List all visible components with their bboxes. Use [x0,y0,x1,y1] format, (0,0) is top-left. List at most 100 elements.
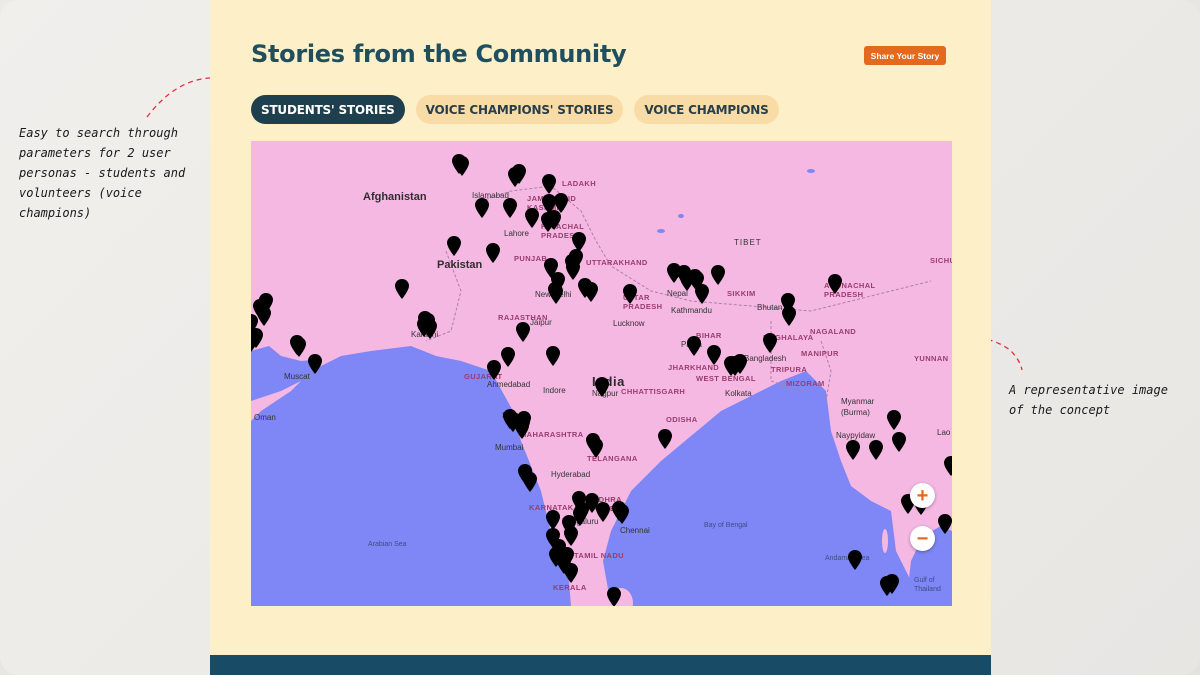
map-pin-icon[interactable] [615,504,629,524]
tab-students-stories[interactable]: STUDENTS' STORIES [251,95,405,124]
canvas: Easy to search through parameters for 2 … [0,0,1200,675]
map-pin-icon[interactable] [517,411,531,431]
map-pin-icon[interactable] [658,429,672,449]
map-pin-icon[interactable] [848,550,862,570]
label-oman: Oman [254,413,276,422]
zoom-in-button[interactable]: + [910,483,935,508]
label-rajasthan: RAJASTHAN [498,313,548,322]
zoom-out-button[interactable]: − [910,526,935,551]
label-ladakh: LADAKH [562,179,597,188]
label-sikkim: SIKKIM [727,289,756,298]
map-pin-icon[interactable] [707,345,721,365]
map-pin-icon[interactable] [596,502,610,522]
map-pin-icon[interactable] [516,322,530,342]
map-pin-icon[interactable] [938,514,952,534]
annotation-left: Easy to search through parameters for 2 … [19,126,186,220]
map-pin-icon[interactable] [257,306,271,326]
label-kerala: KERALA [553,583,587,592]
label-hyderabad: Hyderabad [551,470,591,479]
label-mumbai: Mumbai [495,443,524,452]
map-pin-icon[interactable] [944,456,952,476]
map-pin-icon[interactable] [569,249,583,269]
map-pin-icon[interactable] [547,210,561,230]
map-pin-icon[interactable] [486,243,500,263]
map-pin-icon[interactable] [782,306,796,326]
label-manipur: MANIPUR [801,349,839,358]
stories-map[interactable]: Afghanistan Pakistan India Nepal Bhutan … [251,141,952,606]
label-odisha: ODISHA [666,415,698,424]
map-pin-icon[interactable] [763,333,777,353]
map-pin-icon[interactable] [447,236,461,256]
map-pin-icon[interactable] [589,438,603,458]
map-pin-icon[interactable] [501,347,515,367]
label-myanmar: Myanmar (Burma) [841,397,875,417]
label-punjab: PUNJAB [514,254,548,263]
map-pin-icon[interactable] [525,208,539,228]
label-indore: Indore [543,386,566,395]
label-bhutan: Bhutan [757,303,783,312]
map-pin-icon[interactable] [546,510,560,530]
map-pin-icon[interactable] [846,440,860,460]
label-tibet: TIBET [734,238,762,247]
map-pin-icon[interactable] [595,377,609,397]
map-pin-icon[interactable] [292,337,306,357]
label-mizoram: MIZORAM [786,379,825,388]
label-kolkata: Kolkata [725,389,752,398]
map-pin-icon[interactable] [487,360,501,380]
tab-voice-champions[interactable]: VOICE CHAMPIONS [634,95,779,124]
label-yunnan: YUNNAN [914,354,949,363]
map-pin-icon[interactable] [828,274,842,294]
label-gulf-thailand: Gulf of Thailand [914,577,941,593]
label-tamil-nadu: TAMIL NADU [574,551,624,560]
map-pin-icon[interactable] [503,198,517,218]
map-pin-icon[interactable] [549,284,563,304]
label-bangladesh: Bangladesh [744,354,787,363]
map-pin-icon[interactable] [733,354,747,374]
map-pin-icon[interactable] [607,587,621,606]
map-pin-icon[interactable] [564,526,578,546]
map-pin-icon[interactable] [695,284,709,304]
map-pin-icon[interactable] [308,354,322,374]
map-pin-icon[interactable] [887,410,901,430]
footer-bar [210,655,991,675]
label-afghanistan: Afghanistan [363,191,427,203]
tab-voice-champions-stories[interactable]: VOICE CHAMPIONS' STORIES [415,95,624,124]
label-arabian-sea: Arabian Sea [368,541,407,548]
map-pin-icon[interactable] [523,472,537,492]
label-bay-of-bengal: Bay of Bengal [704,522,748,529]
map-pin-icon[interactable] [417,317,431,337]
map-pin-icon[interactable] [251,328,263,348]
label-sichuan: SICHU [930,256,952,265]
map-pin-icon[interactable] [869,440,883,460]
map-pin-icon[interactable] [711,265,725,285]
label-pakistan: Pakistan [437,259,483,271]
map-pin-icon[interactable] [455,156,469,176]
label-naypyidaw: Naypyidaw [836,431,876,440]
stories-page: Stories from the Community Share Your St… [210,0,991,675]
label-lahore: Lahore [504,229,529,238]
label-nagaland: NAGALAND [810,327,857,336]
label-uttarakhand: UTTARAKHAND [586,258,648,267]
map-pin-icon[interactable] [475,198,489,218]
page-title: Stories from the Community [251,40,627,68]
map-pin-icon[interactable] [584,282,598,302]
map-pin-icon[interactable] [892,432,906,452]
map-pin-icon[interactable] [687,336,701,356]
story-tabs: STUDENTS' STORIES VOICE CHAMPIONS' STORI… [251,95,779,124]
map-pin-icon[interactable] [395,279,409,299]
label-tripura: TRIPURA [771,365,808,374]
map-pin-icon[interactable] [564,563,578,583]
map-pin-icon[interactable] [546,346,560,366]
map-pin-icon[interactable] [623,284,637,304]
label-lucknow: Lucknow [613,319,645,328]
map-pin-icon[interactable] [549,547,563,567]
label-ahmedabad: Ahmedabad [487,380,531,389]
label-kathmandu: Kathmandu [671,306,712,315]
map-pin-icon[interactable] [512,164,526,184]
annotation-right: A representative image of the concept [1009,383,1168,417]
map-pin-icon[interactable] [542,174,556,194]
label-muscat: Muscat [284,372,310,381]
share-story-button[interactable]: Share Your Story [864,46,946,65]
label-chennai: Chennai [620,526,650,535]
map-pin-icon[interactable] [885,574,899,594]
